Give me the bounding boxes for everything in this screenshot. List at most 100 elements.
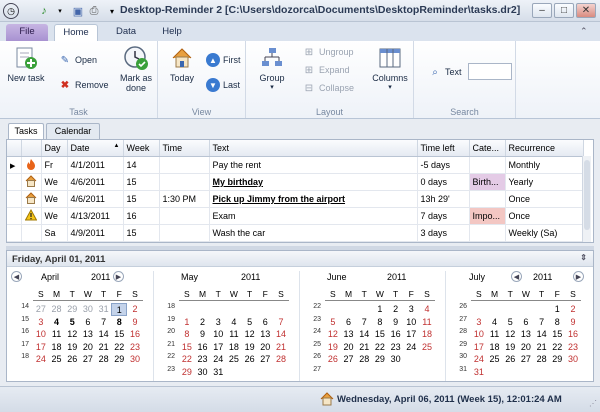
calendar-day[interactable]: 23	[565, 341, 581, 354]
tab-file[interactable]: File	[6, 24, 48, 41]
calendar-day[interactable]: 2	[195, 316, 211, 329]
month-year[interactable]: 2011	[91, 272, 110, 282]
calendar-day[interactable]: 24	[403, 341, 419, 354]
row-icon-cell[interactable]	[21, 173, 42, 191]
column-header-category[interactable]: Cate...	[469, 140, 506, 157]
calendar-day[interactable]: 8	[372, 316, 388, 329]
month-name[interactable]: July	[469, 272, 485, 282]
calendar-day[interactable]: 27	[518, 353, 534, 366]
cell-text[interactable]: Pay the rent	[209, 156, 418, 174]
calendar-day[interactable]: 22	[372, 341, 388, 354]
month-year[interactable]: 2011	[387, 272, 406, 282]
calendar-day[interactable]: 12	[242, 328, 258, 341]
cell-time[interactable]: 1:30 PM	[159, 190, 210, 208]
column-header-time-left[interactable]: Time left	[417, 140, 470, 157]
cell-time-left[interactable]: 0 days	[417, 173, 470, 191]
cell-date[interactable]: 4/6/2011	[67, 173, 124, 191]
calendar-day[interactable]: 24	[471, 353, 487, 366]
cell-category[interactable]	[469, 190, 506, 208]
calendar-day[interactable]: 15	[179, 341, 195, 354]
tab-tasks[interactable]: Tasks	[8, 123, 44, 139]
calendar-day[interactable]: 30	[388, 353, 404, 366]
calendar-day[interactable]: 10	[471, 328, 487, 341]
cell-recurrence[interactable]: Once	[505, 190, 584, 208]
calendar-day[interactable]: 6	[80, 316, 96, 329]
cell-time-left[interactable]: 13h 29'	[417, 190, 470, 208]
calendar-day[interactable]: 25	[49, 353, 65, 366]
collapse-button[interactable]: ⊟ Collapse	[302, 81, 354, 95]
calendar-day[interactable]: 12	[325, 328, 341, 341]
cell-category[interactable]: Birth...	[469, 173, 506, 191]
column-header-date[interactable]: Date ▲	[67, 140, 124, 157]
remove-button[interactable]: ✖ Remove	[58, 78, 109, 92]
calendar-day[interactable]: 11	[49, 328, 65, 341]
cell-time-left[interactable]: -5 days	[417, 156, 470, 174]
calendar-day[interactable]: 29	[64, 303, 80, 316]
cell-week[interactable]: 15	[123, 224, 160, 242]
new-task-button[interactable]: New task	[4, 45, 48, 83]
row-icon-cell[interactable]	[21, 190, 42, 208]
column-header-time[interactable]: Time	[159, 140, 210, 157]
row-icon-cell[interactable]	[21, 156, 42, 174]
calendar-day[interactable]: 5	[325, 316, 341, 329]
collapse-ribbon-icon[interactable]: ⌃	[580, 26, 588, 37]
calendar-day[interactable]: 8	[179, 328, 195, 341]
calendar-day[interactable]: 24	[210, 353, 226, 366]
calendar-day[interactable]: 10	[210, 328, 226, 341]
calendar-day[interactable]: 19	[502, 341, 518, 354]
calendar-day[interactable]: 20	[257, 341, 273, 354]
cell-text[interactable]: My birthday	[209, 173, 418, 191]
calendar-day[interactable]: 31	[96, 303, 112, 316]
cell-time[interactable]	[159, 224, 210, 242]
calendar-day[interactable]: 1	[372, 303, 388, 316]
cell-week[interactable]: 14	[123, 156, 160, 174]
calendar-day[interactable]: 26	[325, 353, 341, 366]
expand-button[interactable]: ⊞ Expand	[302, 63, 350, 77]
cell-category[interactable]	[469, 156, 506, 174]
calendar-day[interactable]: 21	[534, 341, 550, 354]
today-button[interactable]: Today	[166, 45, 198, 83]
calendar-day[interactable]: 9	[195, 328, 211, 341]
calendar-day[interactable]: 10	[33, 328, 49, 341]
close-button[interactable]: ✕	[576, 3, 596, 18]
calendar-day[interactable]: 28	[273, 353, 289, 366]
cell-week[interactable]: 16	[123, 207, 160, 225]
resize-grip-icon[interactable]: ⋰	[589, 399, 597, 408]
cell-day[interactable]: We	[41, 190, 68, 208]
calendar-day[interactable]: 28	[356, 353, 372, 366]
calendar-day[interactable]: 30	[565, 353, 581, 366]
cell-time-left[interactable]: 3 days	[417, 224, 470, 242]
calendar-day[interactable]: 26	[242, 353, 258, 366]
calendar-day[interactable]: 20	[80, 341, 96, 354]
cell-time[interactable]	[159, 207, 210, 225]
minimize-button[interactable]: –	[532, 3, 552, 18]
row-indicator[interactable]	[7, 224, 22, 242]
tab-home[interactable]: Home	[54, 24, 98, 41]
calendar-day[interactable]: 13	[341, 328, 357, 341]
row-indicator[interactable]	[7, 207, 22, 225]
cell-date[interactable]: 4/9/2011	[67, 224, 124, 242]
calendar-day[interactable]: 20	[518, 341, 534, 354]
calendar-day[interactable]: 11	[487, 328, 503, 341]
calendar-day[interactable]: 24	[33, 353, 49, 366]
month-name[interactable]: May	[181, 272, 198, 282]
calendar-day[interactable]: 23	[195, 353, 211, 366]
column-header-day[interactable]: Day	[41, 140, 68, 157]
calendar-day[interactable]: 7	[273, 316, 289, 329]
calendar-day[interactable]: 15	[372, 328, 388, 341]
prev-year-button[interactable]: ◀	[511, 271, 522, 282]
next-year-button[interactable]: ▶	[573, 271, 584, 282]
calendar-day[interactable]: 21	[356, 341, 372, 354]
calendar-day[interactable]: 13	[518, 328, 534, 341]
save-icon[interactable]: ▣	[70, 3, 86, 19]
calendar-day[interactable]: 11	[419, 316, 435, 329]
cell-recurrence[interactable]: Once	[505, 207, 584, 225]
row-indicator[interactable]	[7, 173, 22, 191]
calendar-day[interactable]: 28	[96, 353, 112, 366]
cell-text[interactable]: Pick up Jimmy from the airport	[209, 190, 418, 208]
calendar-day[interactable]: 29	[111, 353, 127, 366]
search-input[interactable]	[468, 63, 512, 80]
month-name[interactable]: June	[327, 272, 347, 282]
calendar-day[interactable]: 16	[388, 328, 404, 341]
calendar-day[interactable]: 31	[471, 366, 487, 379]
